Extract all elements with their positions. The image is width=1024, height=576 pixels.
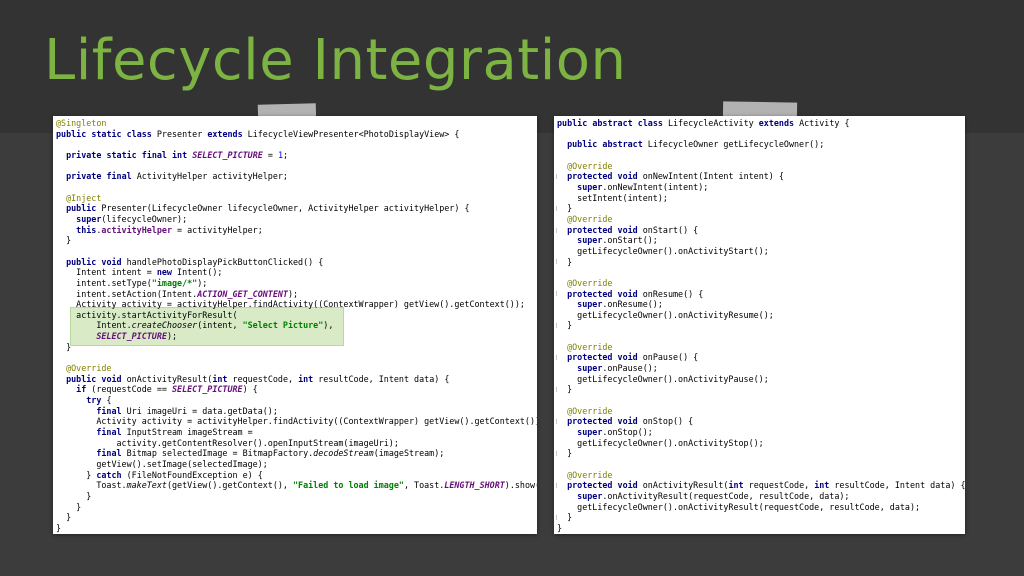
presenter-code-line: activity.startActivityForResult( — [76, 309, 238, 320]
lifecycle-code-line: protected void onActivityResult(int requ… — [567, 480, 965, 491]
lifecycle-code-line: } — [567, 256, 573, 267]
lifecycle-code-line: } — [557, 522, 563, 533]
presenter-code-line: if (requestCode == SELECT_PICTURE) { — [76, 384, 258, 395]
lifecycle-code-line: super.onNewIntent(intent); — [577, 181, 709, 192]
lifecycle-code-line: super.onActivityResult(requestCode, resu… — [577, 490, 850, 501]
lifecycle-code-line: protected void onStop() { — [567, 416, 694, 427]
lifecycle-code-line: getLifecycleOwner().onActivityStop(); — [577, 437, 764, 448]
lifecycle-code-line: getLifecycleOwner().onActivityPause(); — [577, 373, 769, 384]
lifecycle-code-line: } — [567, 512, 573, 523]
presenter-code-line: } — [56, 522, 62, 533]
lifecycle-code-line: } — [567, 384, 573, 395]
lifecycle-code-line: @Override — [567, 213, 613, 224]
lifecycle-code-line: protected void onNewIntent(Intent intent… — [567, 171, 784, 182]
presenter-code-line: final Bitmap selectedImage = BitmapFacto… — [96, 448, 445, 459]
lifecycle-code-line: public abstract class LifecycleActivity … — [557, 118, 850, 128]
presenter-code-line: } — [66, 235, 72, 246]
presenter-code-line: public static class Presenter extends Li… — [56, 128, 460, 139]
lifecycle-code-line: } — [567, 203, 573, 214]
presenter-code-line: SELECT_PICTURE); — [96, 331, 178, 342]
presenter-code-line: intent.setType("image/*"); — [56, 277, 208, 288]
presenter-code-line: public void handlePhotoDisplayPickButton… — [66, 256, 324, 267]
lifecycle-code-line: setIntent(intent); — [577, 192, 668, 203]
presenter-code-line: Activity activity = activityHelper.findA… — [96, 416, 537, 427]
lifecycle-code-line: @Override — [567, 277, 613, 288]
presenter-code-line: this.activityHelper = activityHelper; — [76, 224, 263, 235]
presenter-code-line: final InputStream imageStream = — [96, 427, 253, 438]
lifecycle-code-line: @Override — [567, 160, 613, 171]
lifecycle-code-line: protected void onPause() { — [567, 352, 699, 363]
lifecycle-code-line: @Override — [567, 469, 613, 480]
presenter-code-line: public Presenter(LifecycleOwner lifecycl… — [66, 203, 470, 214]
presenter-code-line: } catch (FileNotFoundException e) { — [56, 469, 263, 480]
lifecycle-code-line: @Override — [567, 405, 613, 416]
presenter-code-listing: @Singleton public static class Presenter… — [56, 118, 537, 534]
presenter-code-line: Activity activity = activityHelper.findA… — [76, 299, 525, 310]
lifecycle-code-line: protected void onStart() { — [567, 224, 699, 235]
lifecycle-code-line: super.onPause(); — [577, 363, 658, 374]
presenter-code-line: public void onActivityResult(int request… — [66, 373, 450, 384]
presenter-code-line: } — [66, 341, 72, 352]
presenter-code-line: private static final int SELECT_PICTURE … — [66, 149, 289, 160]
presenter-code-line: } — [66, 512, 72, 523]
lifecycle-code-line: protected void onResume() { — [567, 288, 704, 299]
lifecycle-code-line: public abstract LifecycleOwner getLifecy… — [567, 139, 825, 150]
presenter-code-line: } — [76, 501, 82, 512]
lifecycle-code-line: @Override — [567, 341, 613, 352]
lifecycle-activity-code-screenshot: public abstract class LifecycleActivity … — [554, 116, 965, 534]
presenter-code-line: @Singleton — [56, 118, 107, 128]
presenter-code-line: Intent intent = new Intent(); — [56, 267, 223, 278]
lifecycle-code-line: getLifecycleOwner().onActivityStart(); — [577, 245, 769, 256]
lifecycle-code-line: super.onResume(); — [577, 299, 663, 310]
presenter-code-screenshot: @Singleton public static class Presenter… — [53, 116, 537, 534]
lifecycle-code-line: } — [567, 448, 573, 459]
lifecycle-code-line: getLifecycleOwner().onActivityResult(req… — [577, 501, 921, 512]
presenter-code-line: private final ActivityHelper activityHel… — [66, 171, 288, 182]
lifecycle-activity-code-listing: public abstract class LifecycleActivity … — [557, 118, 965, 534]
lifecycle-code-line: } — [567, 320, 573, 331]
presenter-code-line: try { — [86, 395, 112, 406]
presenter-code-line: } — [86, 490, 92, 501]
slide-title: Lifecycle Integration — [44, 28, 627, 93]
presenter-code-line: Toast.makeText(getView().getContext(), "… — [56, 480, 537, 491]
lifecycle-code-line: super.onStart(); — [577, 235, 658, 246]
presenter-code-line: Intent.createChooser(intent, "Select Pic… — [56, 320, 334, 331]
presenter-code-line: final Uri imageUri = data.getData(); — [96, 405, 278, 416]
presenter-code-line: @Override — [66, 363, 112, 374]
presenter-code-line: activity.getContentResolver().openInputS… — [116, 437, 399, 448]
presenter-code-line: intent.setAction(Intent.ACTION_GET_CONTE… — [56, 288, 299, 299]
lifecycle-code-line: super.onStop(); — [577, 427, 653, 438]
presenter-code-line: getView().setImage(selectedImage); — [96, 459, 268, 469]
presenter-code-line: super(lifecycleOwner); — [76, 213, 188, 224]
lifecycle-code-line: getLifecycleOwner().onActivityResume(); — [577, 309, 774, 320]
presenter-code-line: @Inject — [66, 192, 102, 203]
